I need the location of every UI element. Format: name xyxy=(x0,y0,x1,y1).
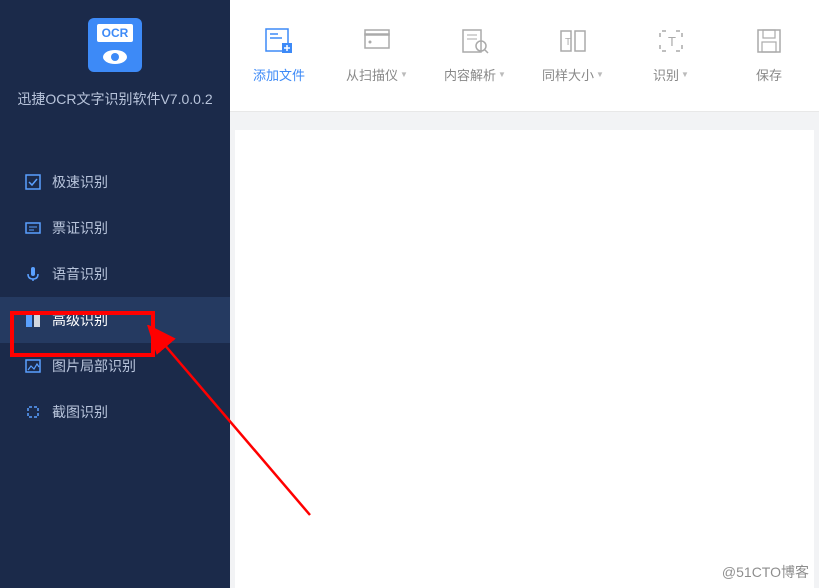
toolbar-recognize[interactable]: T 识别▼ xyxy=(622,0,720,111)
content-area xyxy=(230,112,819,588)
eye-icon xyxy=(103,50,127,64)
ticket-icon xyxy=(24,219,42,237)
svg-text:T: T xyxy=(668,34,676,49)
nav-list: 极速识别 票证识别 语音识别 高级识别 图片局部识别 xyxy=(0,159,230,435)
nav-item-screenshot[interactable]: 截图识别 xyxy=(0,389,230,435)
toolbar-label: 内容解析 xyxy=(444,65,496,84)
toolbar-label: 添加文件 xyxy=(253,65,305,84)
speed-icon xyxy=(24,173,42,191)
nav-label: 极速识别 xyxy=(52,172,108,192)
logo-area: OCR 迅捷OCR文字识别软件V7.0.0.2 xyxy=(0,0,230,159)
toolbar-same-size[interactable]: T 同样大小▼ xyxy=(524,0,622,111)
main-area: 添加文件 从扫描仪▼ 内容解析▼ T 同样大小▼ T 识别▼ xyxy=(230,0,819,588)
toolbar-label: 保存 xyxy=(756,65,782,84)
toolbar-add-file[interactable]: 添加文件 xyxy=(230,0,328,111)
nav-item-advanced[interactable]: 高级识别 xyxy=(0,297,230,343)
nav-label: 图片局部识别 xyxy=(52,356,136,376)
toolbar: 添加文件 从扫描仪▼ 内容解析▼ T 同样大小▼ T 识别▼ xyxy=(230,0,819,112)
nav-label: 截图识别 xyxy=(52,402,108,422)
content-parse-icon xyxy=(459,27,491,55)
sidebar: OCR 迅捷OCR文字识别软件V7.0.0.2 极速识别 票证识别 语音识别 xyxy=(0,0,230,588)
content-panel xyxy=(235,130,814,588)
nav-label: 高级识别 xyxy=(52,310,108,330)
logo-text: OCR xyxy=(97,24,133,42)
add-file-icon xyxy=(263,27,295,55)
svg-text:T: T xyxy=(565,37,571,48)
toolbar-scanner[interactable]: 从扫描仪▼ xyxy=(328,0,426,111)
toolbar-save[interactable]: 保存 xyxy=(720,0,818,111)
save-icon xyxy=(753,27,785,55)
chevron-down-icon: ▼ xyxy=(596,70,604,79)
screenshot-icon xyxy=(24,403,42,421)
nav-label: 票证识别 xyxy=(52,218,108,238)
app-logo: OCR xyxy=(88,18,142,72)
nav-item-voice[interactable]: 语音识别 xyxy=(0,251,230,297)
recognize-icon: T xyxy=(655,27,687,55)
advanced-icon xyxy=(24,311,42,329)
nav-item-ticket[interactable]: 票证识别 xyxy=(0,205,230,251)
toolbar-label: 同样大小 xyxy=(542,65,594,84)
chevron-down-icon: ▼ xyxy=(400,70,408,79)
app-title: 迅捷OCR文字识别软件V7.0.0.2 xyxy=(0,89,230,109)
scanner-icon xyxy=(361,27,393,55)
image-part-icon xyxy=(24,357,42,375)
chevron-down-icon: ▼ xyxy=(681,70,689,79)
watermark: @51CTO博客 xyxy=(722,562,809,582)
same-size-icon: T xyxy=(557,27,589,55)
toolbar-label: 识别 xyxy=(653,65,679,84)
chevron-down-icon: ▼ xyxy=(498,70,506,79)
toolbar-content-parse[interactable]: 内容解析▼ xyxy=(426,0,524,111)
toolbar-label: 从扫描仪 xyxy=(346,65,398,84)
nav-item-speed[interactable]: 极速识别 xyxy=(0,159,230,205)
nav-item-image-part[interactable]: 图片局部识别 xyxy=(0,343,230,389)
nav-label: 语音识别 xyxy=(52,264,108,284)
voice-icon xyxy=(24,265,42,283)
